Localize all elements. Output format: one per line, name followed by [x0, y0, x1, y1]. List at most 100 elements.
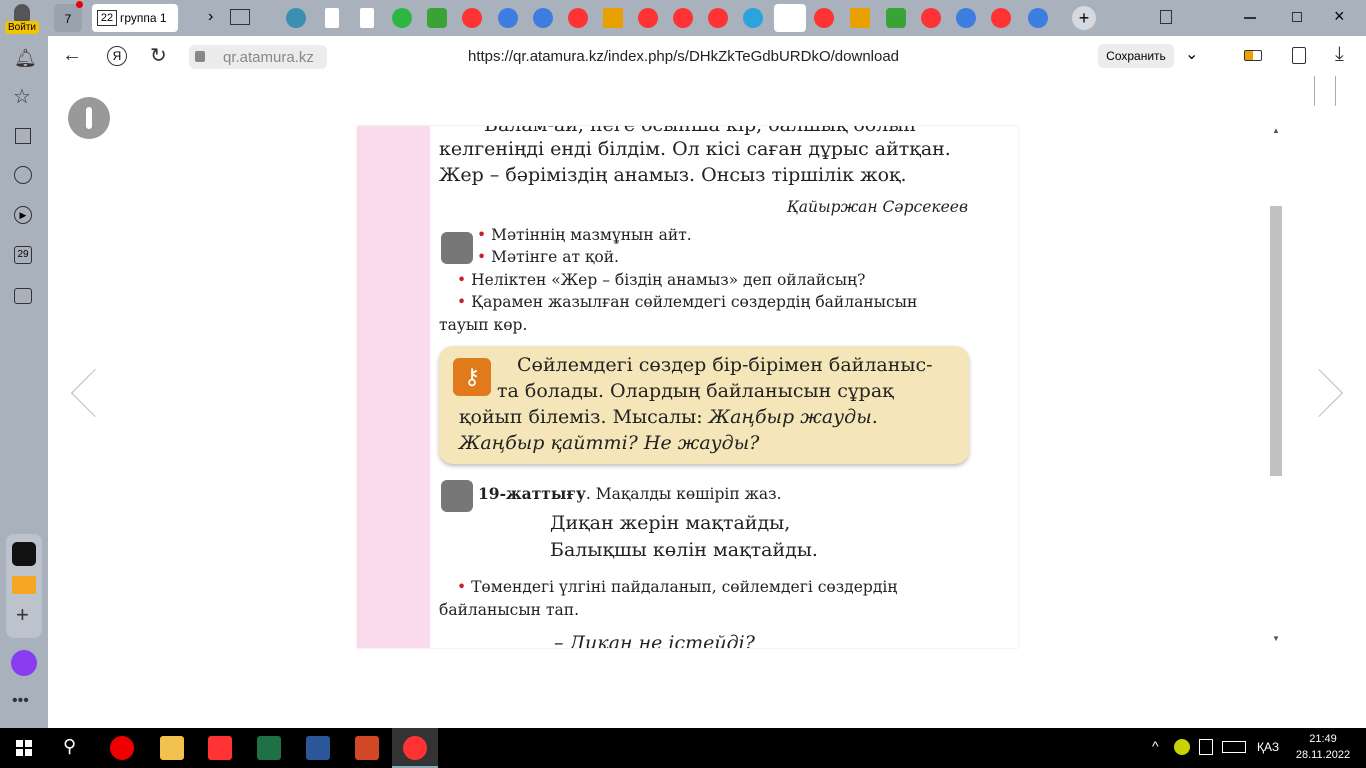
more-icon[interactable]: •••: [12, 692, 29, 710]
language-indicator[interactable]: ҚАЗ: [1257, 740, 1279, 754]
text-line: Балам-ай, неге осынша кір, балшық болып: [484, 126, 916, 136]
date: 28.11.2022: [1295, 749, 1351, 761]
restore-button[interactable]: [1292, 12, 1302, 22]
tab-icon-image[interactable]: [850, 8, 870, 28]
scrollbar-thumb[interactable]: [1270, 206, 1282, 476]
yandex-browser-icon[interactable]: [208, 736, 232, 760]
notes-icon[interactable]: [1199, 739, 1213, 755]
minimize-button[interactable]: [1244, 17, 1256, 19]
pencil-icon: [441, 480, 473, 512]
task-item: Мәтіннің мазмұнын айт.: [491, 226, 692, 244]
tab-group-1[interactable]: 22 группа 1: [92, 4, 178, 32]
scrollbar[interactable]: ▲ ▼: [1270, 126, 1282, 648]
new-tab-button[interactable]: +: [1072, 6, 1096, 30]
explorer-icon[interactable]: [160, 736, 184, 760]
tab-icon-yandex[interactable]: [673, 8, 693, 28]
task-item: тауып көр.: [439, 316, 528, 334]
rule-line: Сөйлемдегі сөздер бір-бірімен байланыс-: [517, 354, 933, 376]
alice-app-icon[interactable]: [12, 542, 36, 566]
tab-icon-whatsapp[interactable]: [392, 8, 412, 28]
rule-example: Жаңбыр жауды.: [708, 406, 878, 428]
prev-page-arrow[interactable]: [70, 368, 120, 418]
tab-icon-a[interactable]: [886, 8, 906, 28]
chevron-down-icon[interactable]: ⌄: [1185, 44, 1198, 64]
tab-icon-doc[interactable]: [325, 8, 339, 28]
time: 21:49: [1309, 733, 1337, 745]
calendar-icon[interactable]: 29: [14, 246, 32, 264]
active-app-yandex[interactable]: [392, 728, 438, 768]
bell-icon[interactable]: 🔔︎: [14, 48, 37, 69]
play-icon[interactable]: ▶: [14, 206, 32, 224]
screenshot-icon[interactable]: [14, 288, 32, 304]
key-icon: ⚷: [453, 358, 491, 396]
tab-count: 22: [97, 10, 117, 26]
alice-icon[interactable]: [11, 650, 37, 676]
tab-icon-yandex[interactable]: [462, 8, 482, 28]
tab-icon-u[interactable]: [1028, 8, 1048, 28]
text-line: келгеніңді енді білдім. Ол кісі саған дұ…: [439, 138, 951, 160]
save-button[interactable]: Сохранить: [1098, 44, 1174, 68]
search-icon[interactable]: ⚲: [63, 736, 76, 757]
extensions-icon[interactable]: [1292, 47, 1306, 64]
task-item: Қарамен жазылған сөйлемдегі сөздердің ба…: [471, 293, 918, 311]
lock-icon: [195, 51, 205, 62]
powerpoint-icon[interactable]: [355, 736, 379, 760]
download-icon[interactable]: ⤓: [1335, 43, 1344, 66]
new-folder-icon[interactable]: [230, 9, 250, 25]
taskbar: ⚲ ^ ҚАЗ 21:49 28.11.2022: [0, 728, 1366, 768]
page-margin-strip: [357, 126, 430, 648]
reload-icon[interactable]: ↻: [150, 43, 167, 68]
opera-icon[interactable]: [110, 736, 134, 760]
battery-icon[interactable]: [1244, 50, 1262, 61]
excel-icon[interactable]: [257, 736, 281, 760]
tab-icon-globe[interactable]: [286, 8, 306, 28]
url-input[interactable]: https://qr.atamura.kz/index.php/s/DHkZkT…: [468, 48, 899, 65]
tab-icon-image[interactable]: [603, 8, 623, 28]
task-item: Төмендегі үлгіні пайдаланып, сөйлемдегі …: [471, 578, 898, 596]
collections-icon[interactable]: [15, 128, 31, 144]
tab-icon-doc[interactable]: [360, 8, 374, 28]
tab-icon-yandex[interactable]: [708, 8, 728, 28]
tab-icon-u[interactable]: [498, 8, 518, 28]
next-page-arrow[interactable]: [1294, 368, 1344, 418]
rule-line: та болады. Олардың байланысын сұрақ: [497, 380, 894, 402]
domain-chip[interactable]: qr.atamura.kz: [189, 45, 327, 69]
mail-icon[interactable]: [12, 576, 36, 594]
tab-icon-telegram[interactable]: [743, 8, 763, 28]
pause-icon[interactable]: [68, 97, 110, 139]
history-icon[interactable]: [14, 166, 32, 184]
yandex-icon[interactable]: Я: [107, 46, 127, 66]
clock[interactable]: 21:49 28.11.2022: [1292, 731, 1354, 763]
start-button[interactable]: [16, 740, 32, 756]
tab-icon-yandex[interactable]: [991, 8, 1011, 28]
tab-icon-a[interactable]: [427, 8, 447, 28]
tabs-icon[interactable]: [1160, 10, 1172, 24]
back-icon[interactable]: ←: [62, 44, 82, 67]
chevron-right-icon[interactable]: ›: [208, 8, 213, 26]
tab-active-doc[interactable]: [774, 4, 806, 32]
tab-icon-yandex[interactable]: [568, 8, 588, 28]
keyboard-icon[interactable]: [1222, 741, 1246, 753]
task-item: Неліктен «Жер – біздің анамыз» деп ойлай…: [471, 271, 866, 289]
home-tab[interactable]: 7: [54, 4, 82, 32]
author: Қайыржан Сәрсекеев: [786, 198, 968, 216]
star-icon[interactable]: ☆: [13, 84, 31, 109]
sidebar-apps: +: [6, 534, 42, 638]
task-item: байланысын тап.: [439, 601, 580, 619]
tab-icon-u[interactable]: [956, 8, 976, 28]
tab-icon-yandex[interactable]: [921, 8, 941, 28]
bookmark-icon[interactable]: [1314, 76, 1336, 106]
tray-app-icon[interactable]: [1174, 739, 1190, 755]
add-app-icon[interactable]: +: [16, 602, 29, 628]
tray-chevron-icon[interactable]: ^: [1152, 738, 1159, 754]
exercise-text: . Мақалды көшіріп жаз.: [585, 485, 782, 503]
address-bar: ← Я ↻ qr.atamura.kz https://qr.atamura.k…: [48, 36, 1366, 76]
tab-icon-yandex[interactable]: [638, 8, 658, 28]
word-icon[interactable]: [306, 736, 330, 760]
profile-button[interactable]: Войти: [5, 2, 39, 34]
tab-icon-u[interactable]: [533, 8, 553, 28]
close-button[interactable]: ×: [1334, 6, 1345, 27]
tab-icon-yandex[interactable]: [814, 8, 834, 28]
rule-line: қойып білеміз. Мысалы:: [459, 406, 709, 428]
login-label: Войти: [5, 21, 39, 34]
